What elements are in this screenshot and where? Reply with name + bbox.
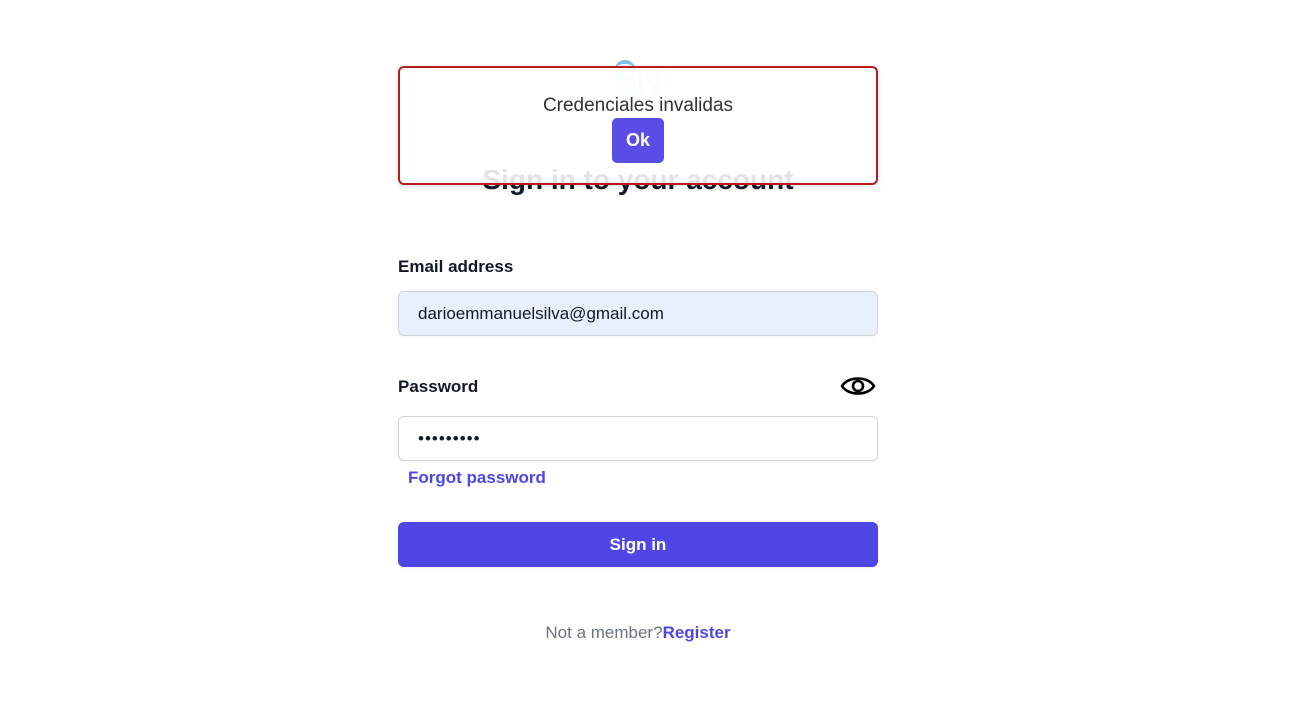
forgot-password-link[interactable]: Forgot password	[408, 466, 546, 490]
sign-in-button[interactable]: Sign in	[398, 522, 878, 567]
password-field[interactable]	[398, 416, 878, 461]
alert-message: Credenciales invalidas	[542, 95, 734, 116]
email-label: Email address	[398, 257, 514, 276]
login-page: SN Sign in to your account Email address…	[0, 0, 1298, 727]
password-label: Password	[398, 377, 479, 396]
register-link[interactable]: Register	[663, 623, 731, 642]
register-prompt: Not a member?Register	[398, 622, 878, 644]
ok-button[interactable]: Ok	[612, 118, 664, 163]
eye-icon[interactable]	[840, 372, 876, 400]
error-alert: Credenciales invalidas Ok	[398, 66, 878, 185]
not-member-text: Not a member?	[545, 623, 663, 642]
email-field[interactable]	[398, 291, 878, 336]
